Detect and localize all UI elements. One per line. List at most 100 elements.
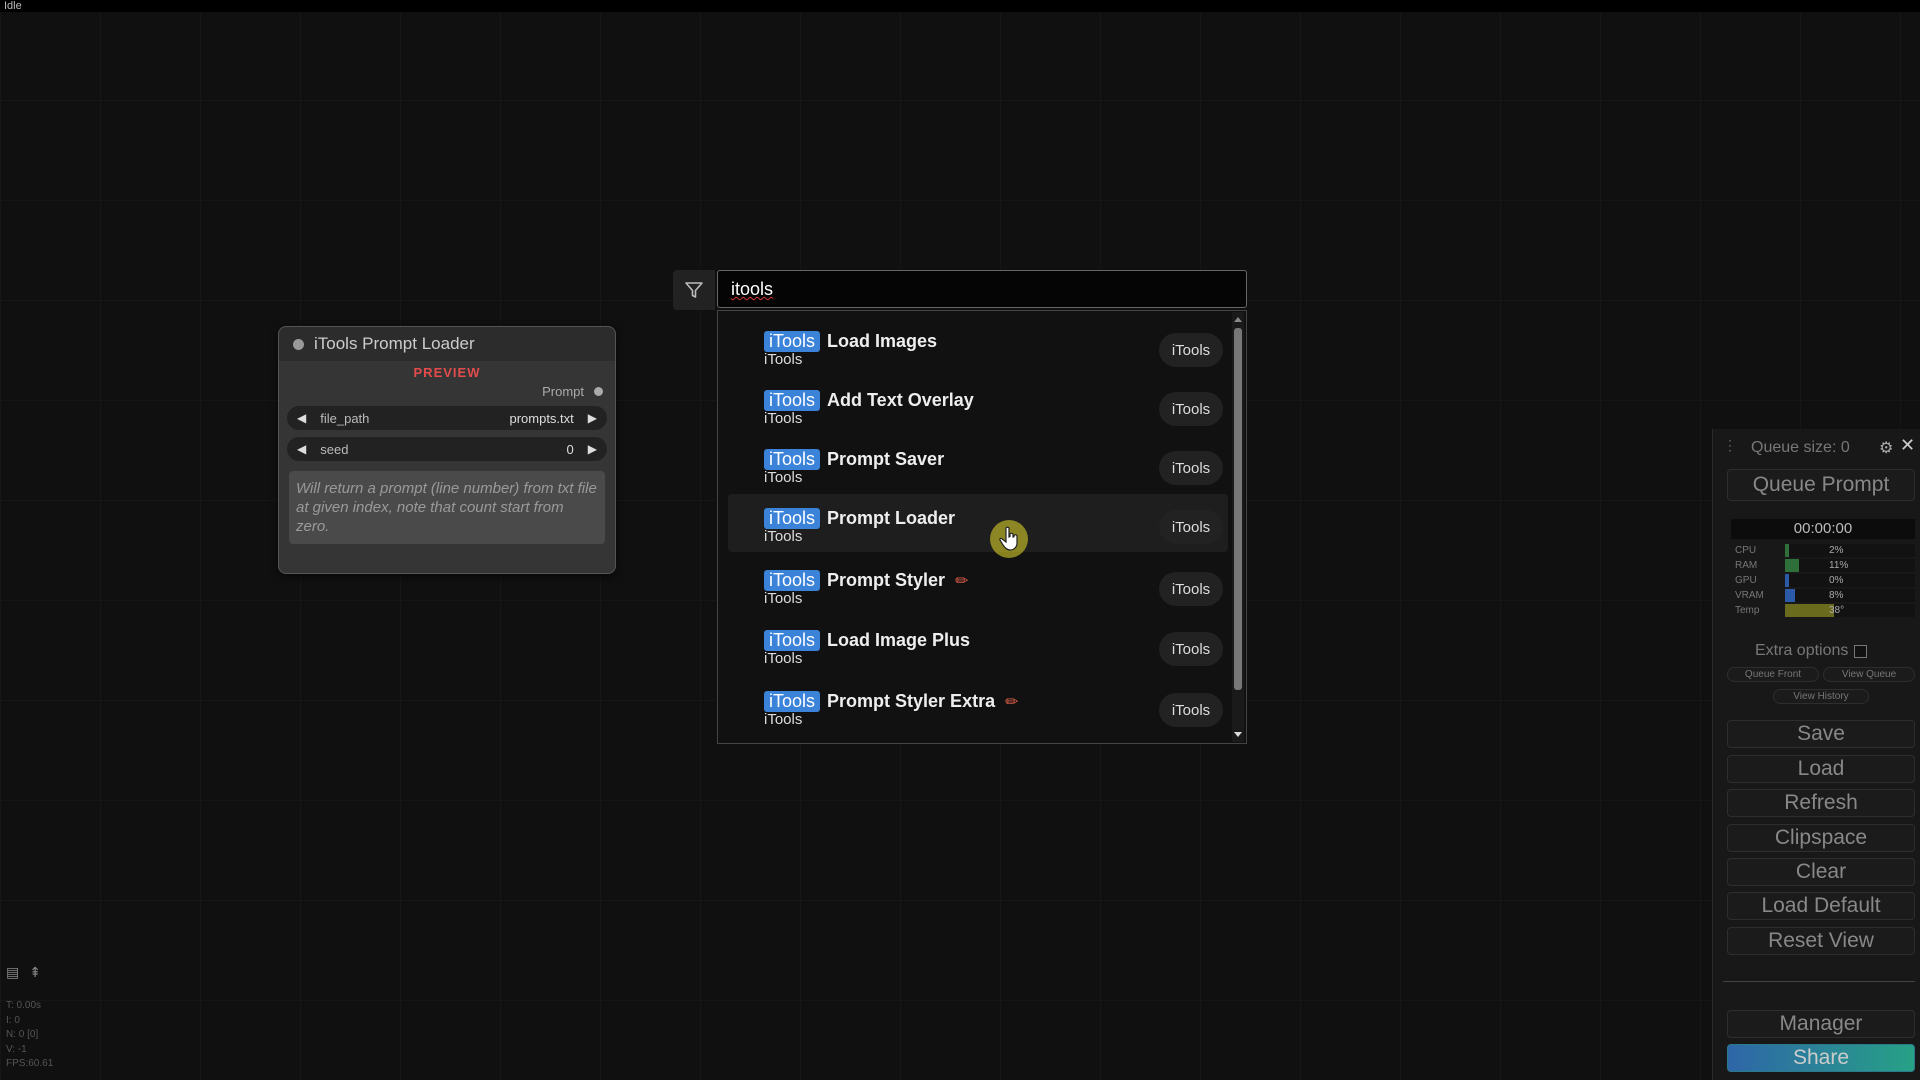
mouse-cursor-highlight [990,520,1028,558]
stat-vram: VRAM 8% [1731,588,1915,603]
search-result-item[interactable]: iTools Prompt Styler ✏ iTools iTools [728,556,1228,614]
widget-name: file_path [320,410,370,426]
clear-button[interactable]: Clear [1727,858,1915,886]
decrement-arrow-icon[interactable]: ◀ [297,411,306,425]
canvas-info: ▤ ⇞ T: 0.00s I: 0 N: 0 [0] V: -1 FPS:60.… [6,964,53,1072]
result-source-pill[interactable]: iTools [1159,510,1223,544]
results-scrollbar[interactable] [1232,312,1244,742]
load-default-button[interactable]: Load Default [1727,892,1915,920]
panel-icon[interactable]: ▤ [6,964,19,981]
pencil-icon: ✏ [1005,693,1019,711]
stat-line: FPS:60.61 [6,1058,54,1069]
increment-arrow-icon[interactable]: ▶ [588,442,597,456]
search-result-item[interactable]: iTools Prompt Styler Extra ✏ iTools iToo… [728,677,1228,735]
scroll-up-arrow-icon[interactable] [1234,317,1242,322]
stat-line: I: 0 [6,1014,20,1026]
stat-label: VRAM [1735,590,1764,601]
stat-line: N: 0 [0] [6,1029,39,1040]
view-queue-button[interactable]: View Queue [1823,667,1915,682]
stat-value: 0% [1829,575,1844,586]
widget-name: seed [320,441,349,457]
result-title-row: iTools Prompt Saver [764,449,944,470]
result-title-row: iTools Add Text Overlay [764,390,974,411]
stat-line: T: 0.00s [6,1000,42,1011]
filter-icon [685,282,703,298]
gear-icon[interactable]: ⚙ [1879,438,1893,458]
stat-line: V: -1 [6,1043,27,1055]
extra-options-checkbox[interactable] [1854,644,1868,658]
stat-bar: 38° [1785,604,1915,617]
seed-widget[interactable]: ◀ seed 0 ▶ [287,437,607,461]
result-tag: iTools [764,508,821,529]
stat-label: CPU [1735,545,1757,556]
scroll-down-arrow-icon[interactable] [1234,732,1242,737]
node-title-bar[interactable]: iTools Prompt Loader [279,327,615,361]
result-source-pill[interactable]: iTools [1159,451,1223,485]
search-result-item[interactable]: iTools Prompt Saver iTools iTools [728,435,1228,493]
stat-bar: 0% [1785,574,1915,587]
view-history-button[interactable]: View History [1773,689,1869,704]
widget-value: 0 [566,441,574,457]
extra-options-toggle[interactable]: Extra options [1755,642,1868,660]
drag-handle-icon[interactable]: ⋮ [1723,437,1737,454]
result-category: iTools [764,469,803,486]
preview-badge: PREVIEW [413,365,481,380]
search-results-list[interactable]: iTools Load Images iTools iTools iTools … [717,310,1247,744]
scroll-thumb[interactable] [1234,328,1242,690]
reset-view-button[interactable]: Reset View [1727,927,1915,955]
stat-fill [1785,544,1789,557]
queue-prompt-button[interactable]: Queue Prompt [1727,469,1915,501]
stat-label: RAM [1735,560,1758,571]
decrement-arrow-icon[interactable]: ◀ [297,442,306,456]
search-result-item[interactable]: iTools Prompt Loader iTools iTools [728,494,1228,552]
increment-arrow-icon[interactable]: ▶ [588,411,597,425]
result-title: Prompt Styler Extra [827,691,996,711]
share-button[interactable]: Share [1727,1044,1915,1072]
hand-pointer-icon [999,526,1018,551]
stat-fill [1785,604,1835,617]
load-button[interactable]: Load [1727,755,1915,783]
stat-value: 38° [1829,605,1845,616]
output-dot[interactable] [594,387,603,396]
search-result-item[interactable]: iTools Add Text Overlay iTools iTools [728,376,1228,434]
stat-label: GPU [1735,575,1757,586]
comfy-menu-panel: ⋮ Queue size: 0 ⚙ ✕ Queue Prompt 00:00:0… [1712,429,1920,1080]
queue-front-button[interactable]: Queue Front [1727,667,1819,682]
result-title: Load Images [827,331,938,351]
filter-button[interactable] [673,270,715,310]
result-source-pill[interactable]: iTools [1159,392,1223,426]
result-source-pill[interactable]: iTools [1159,632,1223,666]
file-path-widget[interactable]: ◀ file_path prompts.txt ▶ [287,406,607,430]
resource-monitor: 00:00:00 CPU 2% RAM 11% GPU 0% VRAM 8% T… [1731,519,1915,618]
save-button[interactable]: Save [1727,720,1915,748]
manager-button[interactable]: Manager [1727,1010,1915,1038]
result-source-pill[interactable]: iTools [1159,333,1223,367]
widget-value: prompts.txt [509,410,574,426]
refresh-button[interactable]: Refresh [1727,789,1915,817]
node-collapse-dot[interactable] [293,338,304,350]
search-result-item[interactable]: iTools Load Image Plus iTools iTools [728,616,1228,674]
close-icon[interactable]: ✕ [1900,435,1915,456]
stat-fill [1785,589,1796,602]
result-tag: iTools [764,449,821,470]
stat-value: 2% [1829,545,1844,556]
top-status-bar: Idle [0,0,1920,12]
node-output-slot[interactable]: Prompt [279,384,615,399]
clipspace-button[interactable]: Clipspace [1727,824,1915,852]
stat-fill [1785,574,1789,587]
stat-bar: 11% [1785,559,1915,572]
pencil-icon: ✏ [955,572,969,590]
node-search-input[interactable] [717,270,1247,308]
result-title-row: iTools Load Image Plus [764,630,970,651]
result-source-pill[interactable]: iTools [1159,693,1223,727]
stat-temp: Temp 38° [1731,603,1915,618]
result-category: iTools [764,650,803,667]
pin-icon[interactable]: ⇞ [29,964,41,981]
result-category: iTools [764,528,803,545]
stat-cpu: CPU 2% [1731,543,1915,558]
result-source-pill[interactable]: iTools [1159,572,1223,606]
search-result-item[interactable]: iTools Load Images iTools iTools [728,317,1228,375]
output-label: Prompt [542,384,584,399]
result-title-row: iTools Prompt Styler ✏ [764,570,968,591]
prompt-loader-node[interactable]: iTools Prompt Loader PREVIEW Prompt ◀ fi… [278,326,616,574]
